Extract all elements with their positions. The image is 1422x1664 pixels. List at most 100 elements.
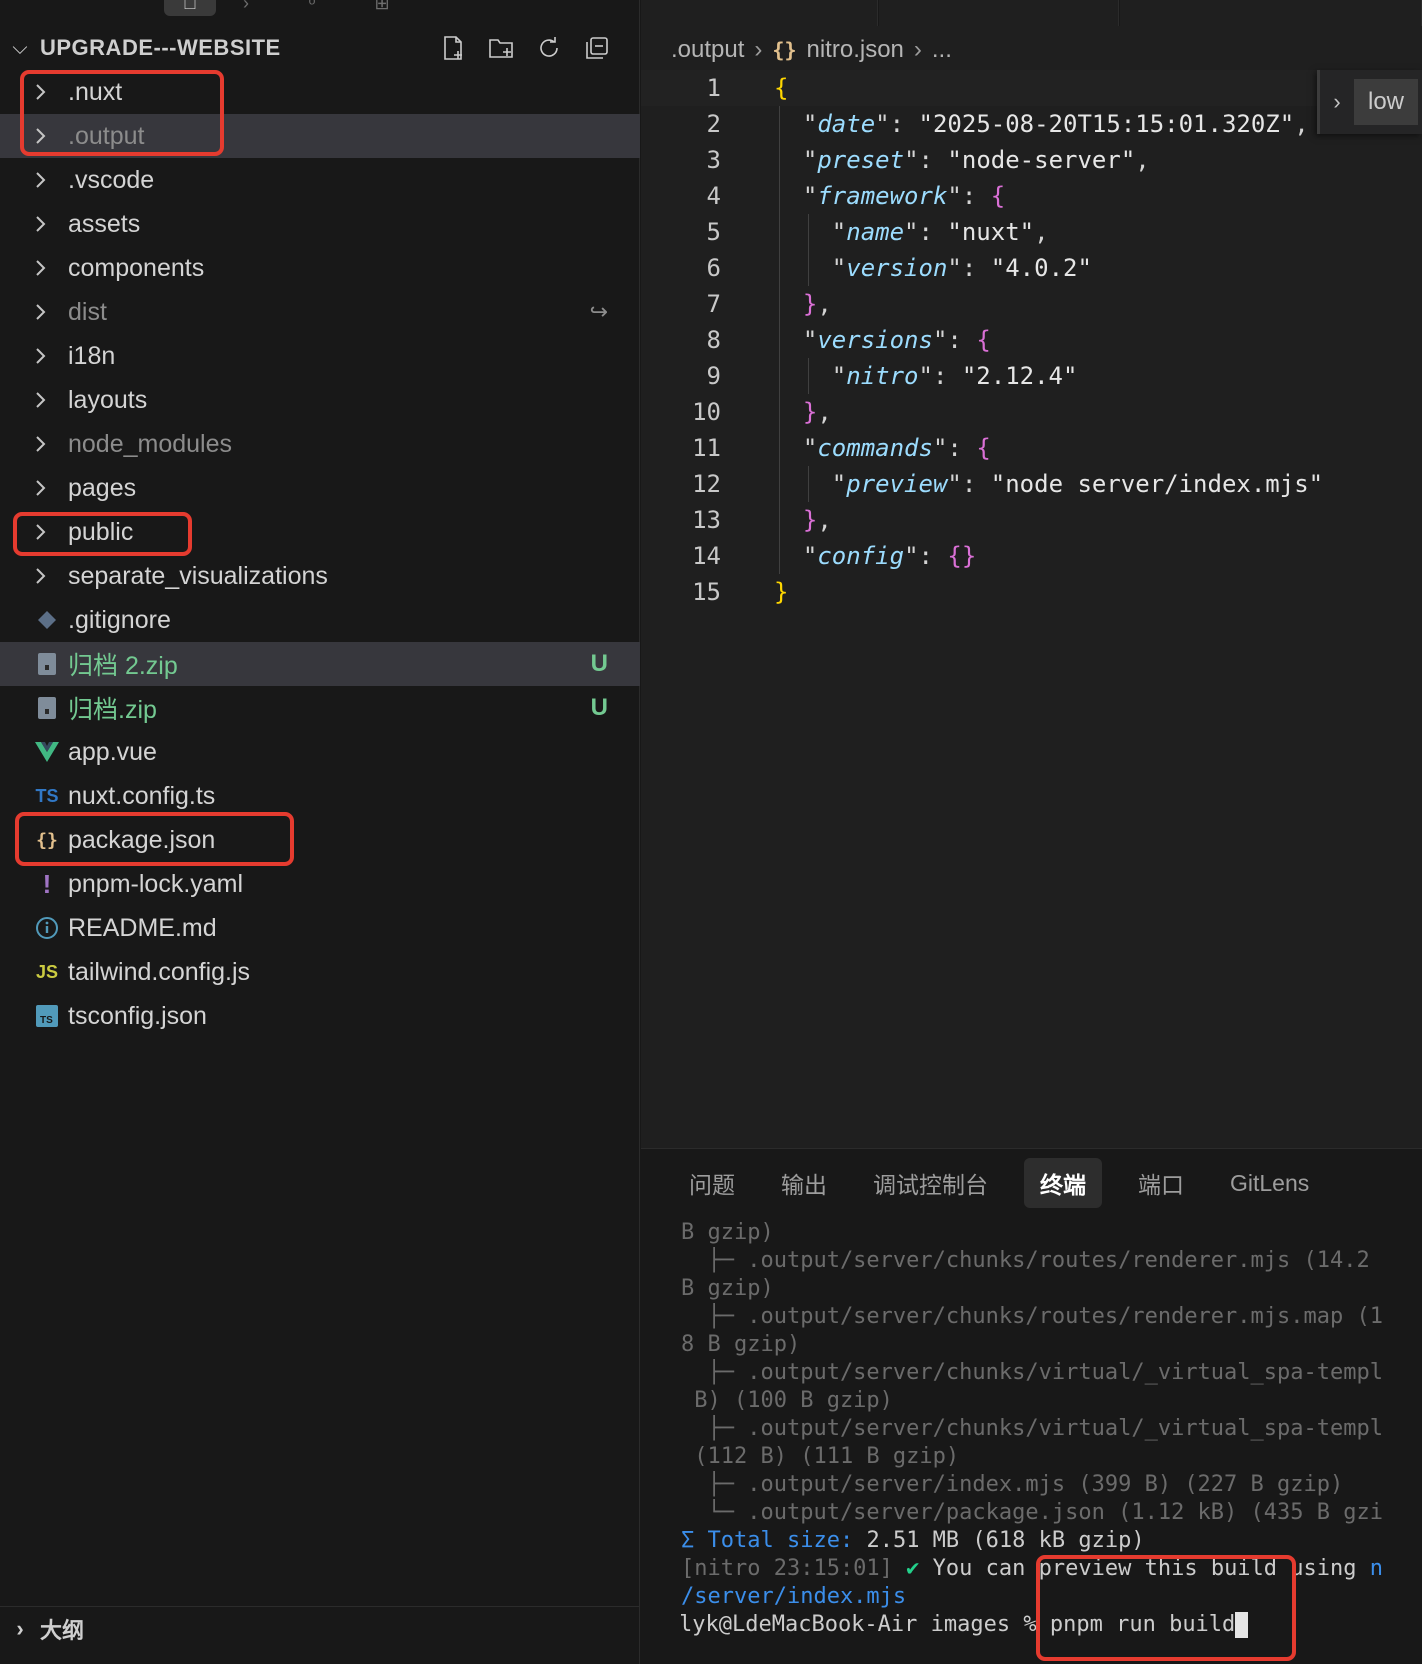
chevron-right-icon — [30, 434, 64, 454]
tree-folder[interactable]: separate_visualizations — [0, 554, 640, 598]
find-widget-label[interactable]: low — [1354, 79, 1419, 125]
code-line[interactable]: 3 "preset": "node-server", — [641, 142, 1422, 178]
panel-tab[interactable]: GitLens — [1220, 1162, 1319, 1205]
info-icon — [30, 916, 64, 940]
tree-file[interactable]: ! pnpm-lock.yaml — [0, 862, 640, 906]
tree-folder[interactable]: node_modules — [0, 422, 640, 466]
tree-folder[interactable]: assets — [0, 202, 640, 246]
tree-file[interactable]: README.md — [0, 906, 640, 950]
chevron-down-icon: ⌵ — [12, 36, 28, 59]
explorer-view-icon[interactable]: □ — [164, 0, 216, 16]
total-value: 2.51 MB (618 kB gzip) — [866, 1528, 1145, 1553]
tree-folder[interactable]: layouts — [0, 378, 640, 422]
terminal-output[interactable]: B gzip) ├─ .output/server/chunks/routes/… — [681, 1219, 1422, 1639]
editor-tab[interactable] — [1120, 0, 1422, 26]
chevron-right-icon — [30, 258, 64, 278]
code-line[interactable]: 13 }, — [641, 502, 1422, 538]
tree-file[interactable]: app.vue — [0, 730, 640, 774]
new-file-icon[interactable] — [438, 33, 468, 63]
code-line[interactable]: 1{ — [641, 70, 1422, 106]
code-line[interactable]: 14 "config": {} — [641, 538, 1422, 574]
explorer-sidebar: □ › ᵒ ⊞ ⌵ UPGRADE---WEBSITE .nuxt .output… — [0, 0, 640, 1664]
tree-folder[interactable]: i18n — [0, 334, 640, 378]
outline-section[interactable]: › 大纲 — [0, 1606, 640, 1650]
symlink-icon: ↪ — [589, 299, 608, 324]
collapse-all-icon[interactable] — [582, 33, 612, 63]
code-line[interactable]: 15} — [641, 574, 1422, 610]
json-icon: {} — [36, 829, 58, 851]
code-editor[interactable]: 1{2 "date": "2025-08-20T15:15:01.320Z", 3… — [641, 70, 1422, 610]
terminal-prompt[interactable]: lyk@LdeMacBook-Air images % pnpm run bui… — [681, 1611, 1422, 1639]
source-control-icon[interactable]: ᵒ — [286, 0, 338, 16]
tree-item-label: dist — [68, 297, 107, 326]
panel-tabs: 问题 输出 调试控制台 终端 端口 GitLens — [679, 1158, 1319, 1208]
breadcrumb-file[interactable]: nitro.json — [807, 36, 904, 64]
new-folder-icon[interactable] — [486, 33, 516, 63]
tree-file[interactable]: TS nuxt.config.ts — [0, 774, 640, 818]
chevron-right-icon — [30, 478, 64, 498]
chevron-right-icon — [30, 566, 64, 586]
tree-folder[interactable]: pages — [0, 466, 640, 510]
code-line[interactable]: 7 }, — [641, 286, 1422, 322]
tree-item-label: public — [68, 517, 134, 546]
refresh-icon[interactable] — [534, 33, 564, 63]
editor-tab[interactable] — [641, 0, 878, 26]
code-line[interactable]: 5 "name": "nuxt", — [641, 214, 1422, 250]
code-line[interactable]: 8 "versions": { — [641, 322, 1422, 358]
explorer-header[interactable]: ⌵ UPGRADE---WEBSITE — [0, 30, 640, 66]
tree-file[interactable]: 归档 2.zip U — [0, 642, 640, 686]
tree-file[interactable]: TS tsconfig.json — [0, 994, 640, 1038]
code-line[interactable]: 9 "nitro": "2.12.4" — [641, 358, 1422, 394]
tree-file[interactable]: {} package.json — [0, 818, 640, 862]
chevron-right-icon[interactable]: › — [1320, 89, 1354, 115]
breadcrumb-folder[interactable]: .output — [671, 36, 744, 64]
chevron-right-icon — [30, 522, 64, 542]
panel-tab[interactable]: 问题 — [679, 1158, 745, 1208]
total-symbol: Σ — [681, 1528, 695, 1553]
tree-file[interactable]: 归档.zip U — [0, 686, 640, 730]
tree-folder[interactable]: dist ↪ — [0, 290, 640, 334]
panel-tab[interactable]: 输出 — [771, 1158, 837, 1208]
code-line[interactable]: 2 "date": "2025-08-20T15:15:01.320Z", — [641, 106, 1422, 142]
tree-file[interactable]: JS tailwind.config.js — [0, 950, 640, 994]
panel-tab[interactable]: 端口 — [1128, 1158, 1194, 1208]
terminal-total-line: Σ Total size: 2.51 MB (618 kB gzip) — [681, 1527, 1422, 1555]
code-line[interactable]: 11 "commands": { — [641, 430, 1422, 466]
terminal-line: └─ .output/server/package.json (1.12 kB)… — [681, 1500, 1383, 1525]
editor-tab-strip — [641, 0, 1422, 26]
svg-text:TS: TS — [40, 1015, 53, 1026]
search-view-icon[interactable]: › — [220, 0, 272, 16]
code-line[interactable]: 12 "preview": "node server/index.mjs" — [641, 466, 1422, 502]
panel-tab[interactable]: 调试控制台 — [863, 1158, 998, 1208]
total-label: Total size: — [707, 1528, 854, 1553]
code-line[interactable]: 6 "version": "4.0.2" — [641, 250, 1422, 286]
tree-folder[interactable]: components — [0, 246, 640, 290]
chevron-right-icon — [30, 82, 64, 102]
code-line[interactable]: 4 "framework": { — [641, 178, 1422, 214]
line-number: 8 — [706, 326, 721, 354]
tree-file[interactable]: .gitignore — [0, 598, 640, 642]
tree-folder[interactable]: .nuxt — [0, 70, 640, 114]
tsconfig-icon: TS — [30, 1004, 64, 1028]
code-line[interactable]: 10 }, — [641, 394, 1422, 430]
zip-icon — [30, 696, 64, 720]
tree-folder[interactable]: .output — [0, 114, 640, 158]
extensions-icon[interactable]: ⊞ — [356, 0, 408, 16]
find-widget[interactable]: › low — [1317, 70, 1422, 134]
nitro-command: n — [1369, 1556, 1384, 1581]
code-text: "preview": "node server/index.mjs" — [831, 470, 1324, 498]
editor-area: .output › {} nitro.json › ... 1{2 "date"… — [641, 0, 1422, 1148]
terminal-path-line: /server/index.mjs — [681, 1583, 1422, 1611]
line-number: 10 — [692, 398, 721, 426]
vue-icon — [30, 741, 64, 763]
terminal-line: 8 B gzip) — [681, 1332, 801, 1357]
editor-tab[interactable] — [879, 0, 1119, 26]
check-icon: ✔ — [906, 1556, 920, 1581]
panel-tab[interactable]: 终端 — [1024, 1158, 1102, 1208]
tree-item-label: .nuxt — [68, 77, 123, 106]
tree-folder[interactable]: .vscode — [0, 158, 640, 202]
tree-folder[interactable]: public — [0, 510, 640, 554]
breadcrumb-symbol[interactable]: ... — [932, 36, 952, 64]
terminal-line: ├─ .output/server/chunks/routes/renderer… — [681, 1248, 1370, 1273]
terminal-line: (112 B) (111 B gzip) — [681, 1444, 960, 1469]
